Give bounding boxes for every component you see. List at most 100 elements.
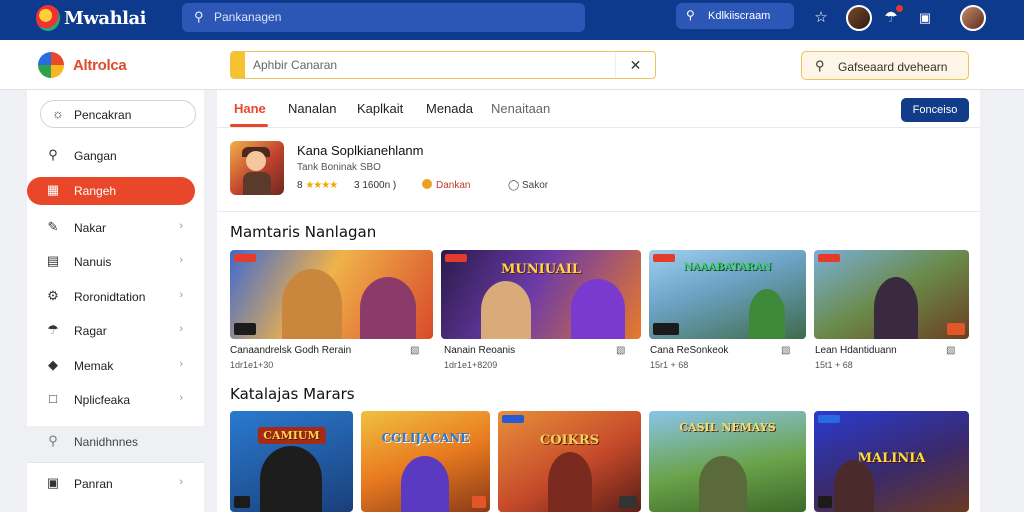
hero-face — [246, 151, 266, 171]
header-search-button-label: Gafseaard dvehearn — [838, 60, 948, 74]
tab-kaplkait[interactable]: Kaplkait — [357, 101, 403, 116]
store-logo-icon[interactable] — [38, 52, 64, 78]
chevron-right-icon: › — [179, 323, 183, 335]
game-card[interactable]: MUNIUAIL — [441, 250, 641, 339]
sidebar-item-label: Pencakran — [74, 108, 132, 122]
tab-home[interactable]: Hane — [234, 101, 266, 116]
top-action-button[interactable]: ⚲ Kdlkiiscraam — [676, 3, 794, 29]
game-card[interactable]: CGLIJACANE — [361, 411, 490, 512]
star-icon[interactable]: ☆ — [810, 7, 832, 29]
chevron-right-icon: › — [179, 289, 183, 301]
new-badge — [502, 415, 524, 423]
hero-figure — [834, 460, 874, 512]
game-card-title[interactable]: Canaandrelsk Godh Rerain — [230, 345, 351, 356]
hero-figure — [571, 279, 625, 339]
search-icon: ⚲ — [815, 58, 825, 73]
chevron-right-icon: › — [179, 358, 183, 370]
sidebar-item-ragar[interactable]: ☂ Ragar › — [35, 317, 195, 343]
sidebar-item-label: Nakar — [74, 221, 107, 235]
chevron-right-icon: › — [179, 254, 183, 266]
search-icon: ⚲ — [194, 9, 204, 24]
game-card-title[interactable]: Nanain Reoanis — [444, 345, 515, 356]
hero-figure — [874, 277, 918, 339]
store-search-box[interactable]: ✕ — [230, 51, 656, 79]
new-badge — [818, 254, 840, 262]
store-search-input[interactable] — [253, 55, 613, 75]
section-title-1: Mamtaris Nanlagan — [230, 223, 377, 241]
sidebar-item-nanuis[interactable]: ▤ Nanuis › — [35, 248, 195, 274]
game-card[interactable] — [814, 250, 969, 339]
bookmark-icon[interactable]: ▧ — [781, 345, 790, 356]
game-card[interactable]: CASIL NEMAYS — [649, 411, 806, 512]
user-avatar-icon[interactable] — [960, 5, 986, 31]
hero-figure — [260, 446, 322, 512]
sidebar-item-nakar[interactable]: ✎ Nakar › — [35, 214, 195, 240]
hero-figure — [699, 456, 747, 512]
hero-body — [243, 172, 271, 195]
section-divider — [217, 211, 980, 212]
sidebar-item-label: Gangan — [74, 149, 117, 163]
game-card-banner: NAAABATARAN — [683, 262, 772, 273]
sidebar-item-discover[interactable]: ☼ Pencakran — [40, 100, 196, 128]
bag-icon: ☂ — [47, 322, 59, 337]
sidebar-item-roronidtation[interactable]: ⚙ Roronidtation › — [35, 283, 195, 309]
game-card-title[interactable]: Lean Hdantiduann — [815, 345, 897, 356]
bookmark-icon[interactable]: ▧ — [616, 345, 625, 356]
rating-badge — [234, 323, 256, 335]
featured-title[interactable]: Kana Soplkianehlanm — [297, 143, 423, 158]
section-title-2: Katalajas Marars — [230, 385, 355, 403]
tab-nanalan[interactable]: Nanalan — [288, 101, 336, 116]
game-card-banner: CAMIUM — [257, 427, 326, 444]
chat-icon[interactable]: ▣ — [914, 7, 936, 29]
hero-figure — [360, 277, 416, 339]
app-logo-icon[interactable] — [36, 5, 60, 31]
bookmark-icon[interactable]: ▧ — [410, 345, 419, 356]
game-card-banner: MUNIUAIL — [501, 262, 581, 277]
sidebar-item-label: Roronidtation — [74, 290, 146, 304]
featured-rating: 8 ★★★★ — [297, 180, 338, 191]
game-card[interactable]: NAAABATARAN — [649, 250, 806, 339]
tab-action-button[interactable]: Fonceiso — [901, 98, 969, 122]
game-card-title[interactable]: Cana ReSonkeok — [650, 345, 728, 356]
tab-nenaitaan[interactable]: Nenaitaan — [491, 101, 550, 116]
sidebar-item-active[interactable]: ▦ Rangeh — [27, 177, 195, 205]
chevron-right-icon: › — [179, 476, 183, 488]
sidebar-item-memak[interactable]: ◆ Memak › — [35, 352, 195, 378]
hero-figure — [401, 456, 449, 512]
featured-badge-sakor[interactable]: ◯ Sakor — [508, 180, 548, 191]
app-brand-name[interactable]: Mwahlai — [64, 8, 147, 29]
rating-value: 8 — [297, 180, 303, 191]
tabs-divider — [217, 127, 980, 128]
game-card[interactable]: CAMIUM — [230, 411, 353, 512]
star-icon: ★★★★ — [305, 180, 338, 191]
game-card[interactable] — [230, 250, 433, 339]
sidebar-item-label: Nanuis — [74, 255, 112, 269]
list-icon: ▤ — [46, 253, 60, 268]
chat-icon: ▣ — [46, 475, 60, 490]
game-card-meta: 1dr1e1+30 — [230, 360, 274, 370]
settings-icon: ⚙ — [47, 288, 59, 303]
global-search-input[interactable] — [214, 7, 554, 27]
top-action-label: Kdlkiiscraam — [708, 10, 771, 22]
store-brand-name[interactable]: Altrolca — [73, 57, 127, 74]
sidebar-item-panran[interactable]: ▣ Panran › — [35, 470, 195, 496]
avatar-icon[interactable] — [846, 5, 872, 31]
rating-badge — [472, 496, 486, 508]
search-icon: ⚲ — [686, 8, 695, 22]
sidebar-item-nplicfeaka[interactable]: □ Nplicfeaka › — [35, 386, 195, 412]
bookmark-icon[interactable]: ▧ — [946, 345, 955, 356]
featured-game-thumbnail[interactable] — [230, 141, 284, 195]
new-badge — [445, 254, 467, 262]
featured-subtitle: Tank Boninak SBO — [297, 162, 381, 173]
close-icon[interactable]: ✕ — [615, 52, 655, 78]
game-card[interactable]: MALINIA — [814, 411, 969, 512]
rating-badge — [653, 323, 679, 335]
tab-menada[interactable]: Menada — [426, 101, 473, 116]
sidebar-item-label: Ragar — [74, 324, 107, 338]
hero-figure — [749, 289, 785, 339]
global-search-box[interactable]: ⚲ — [182, 3, 585, 32]
featured-badge-dankan[interactable]: Dankan — [422, 179, 470, 191]
chevron-right-icon: › — [179, 392, 183, 404]
header-search-button[interactable]: ⚲ Gafseaard dvehearn — [801, 51, 969, 80]
game-card[interactable]: COIKRS — [498, 411, 641, 512]
